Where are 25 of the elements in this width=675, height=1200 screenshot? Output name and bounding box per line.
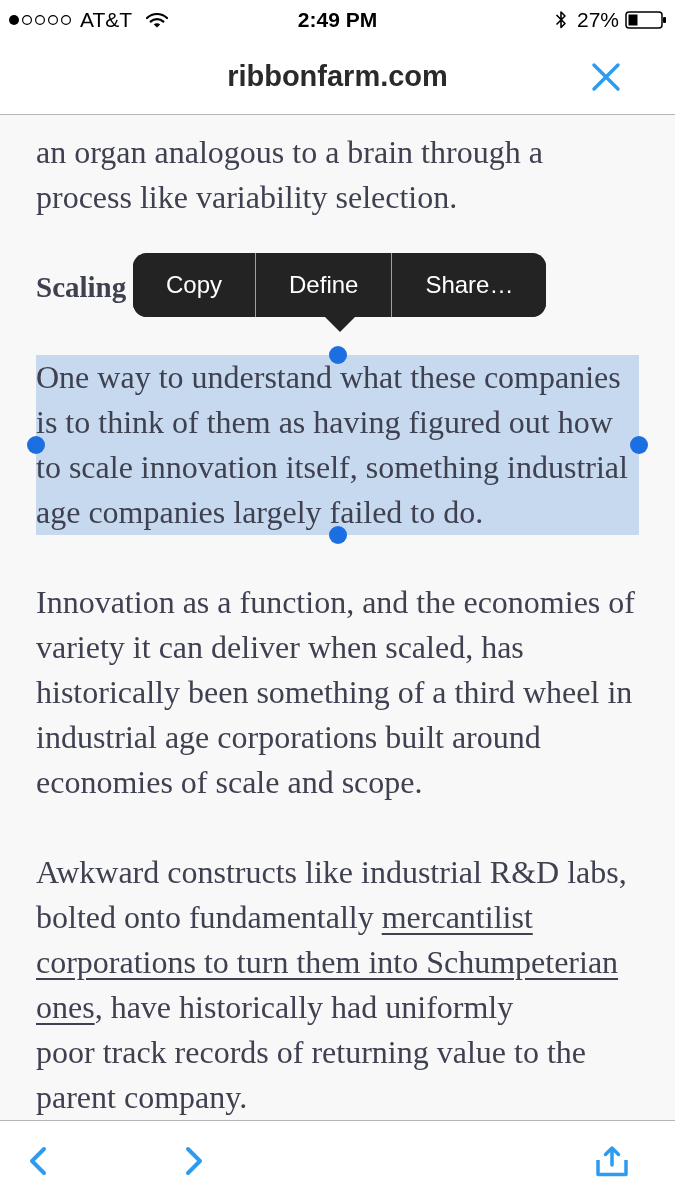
forward-icon[interactable] — [184, 1145, 204, 1176]
paragraph: One way to understand what these companies is to think of them as having figured out how to scale innovation itself, something industrial age companies largely failed to do. — [36, 355, 639, 535]
bluetooth-icon — [554, 9, 567, 31]
section-heading: Scaling — [36, 270, 127, 305]
selection-handle-icon[interactable] — [328, 346, 347, 364]
back-icon[interactable] — [28, 1145, 48, 1176]
paragraph: an organ analogous to a brain through a process like variability selection. — [36, 133, 544, 217]
carrier-name: AT&T — [80, 7, 133, 34]
link[interactable]: mercantilist — [381, 899, 533, 935]
wifi-icon — [146, 12, 169, 28]
share-icon[interactable] — [595, 1144, 629, 1177]
signal-strength-icon — [8, 14, 72, 26]
link[interactable]: corporations to turn them into Schumpeterian — [36, 944, 619, 980]
paragraph: Innovation as a function, and the economies of variety it can deliver when scaled, has historically been something of a third wheel in industrial age corporations built around economies of scale and scope. — [36, 583, 636, 802]
clock-time: 2:49 PM — [297, 7, 378, 34]
menu-item[interactable]: Share… — [391, 253, 547, 317]
link[interactable]: ones — [36, 989, 95, 1025]
paragraph: Awkward constructs like industrial R&D labs, bolted onto fundamentally mercantilist corporations to turn them into Schumpeterian ones, have historically had uniformly poor track records of returning value to the parent company. — [36, 853, 628, 1117]
battery-percentage: 27% — [576, 7, 619, 34]
selection-handle-icon[interactable] — [27, 436, 45, 454]
page-title: ribbonfarm.com — [227, 59, 448, 95]
selection-handle-icon[interactable] — [630, 436, 648, 454]
menu-pointer-icon — [324, 317, 355, 332]
battery-icon — [625, 11, 667, 29]
close-icon[interactable] — [591, 62, 621, 92]
